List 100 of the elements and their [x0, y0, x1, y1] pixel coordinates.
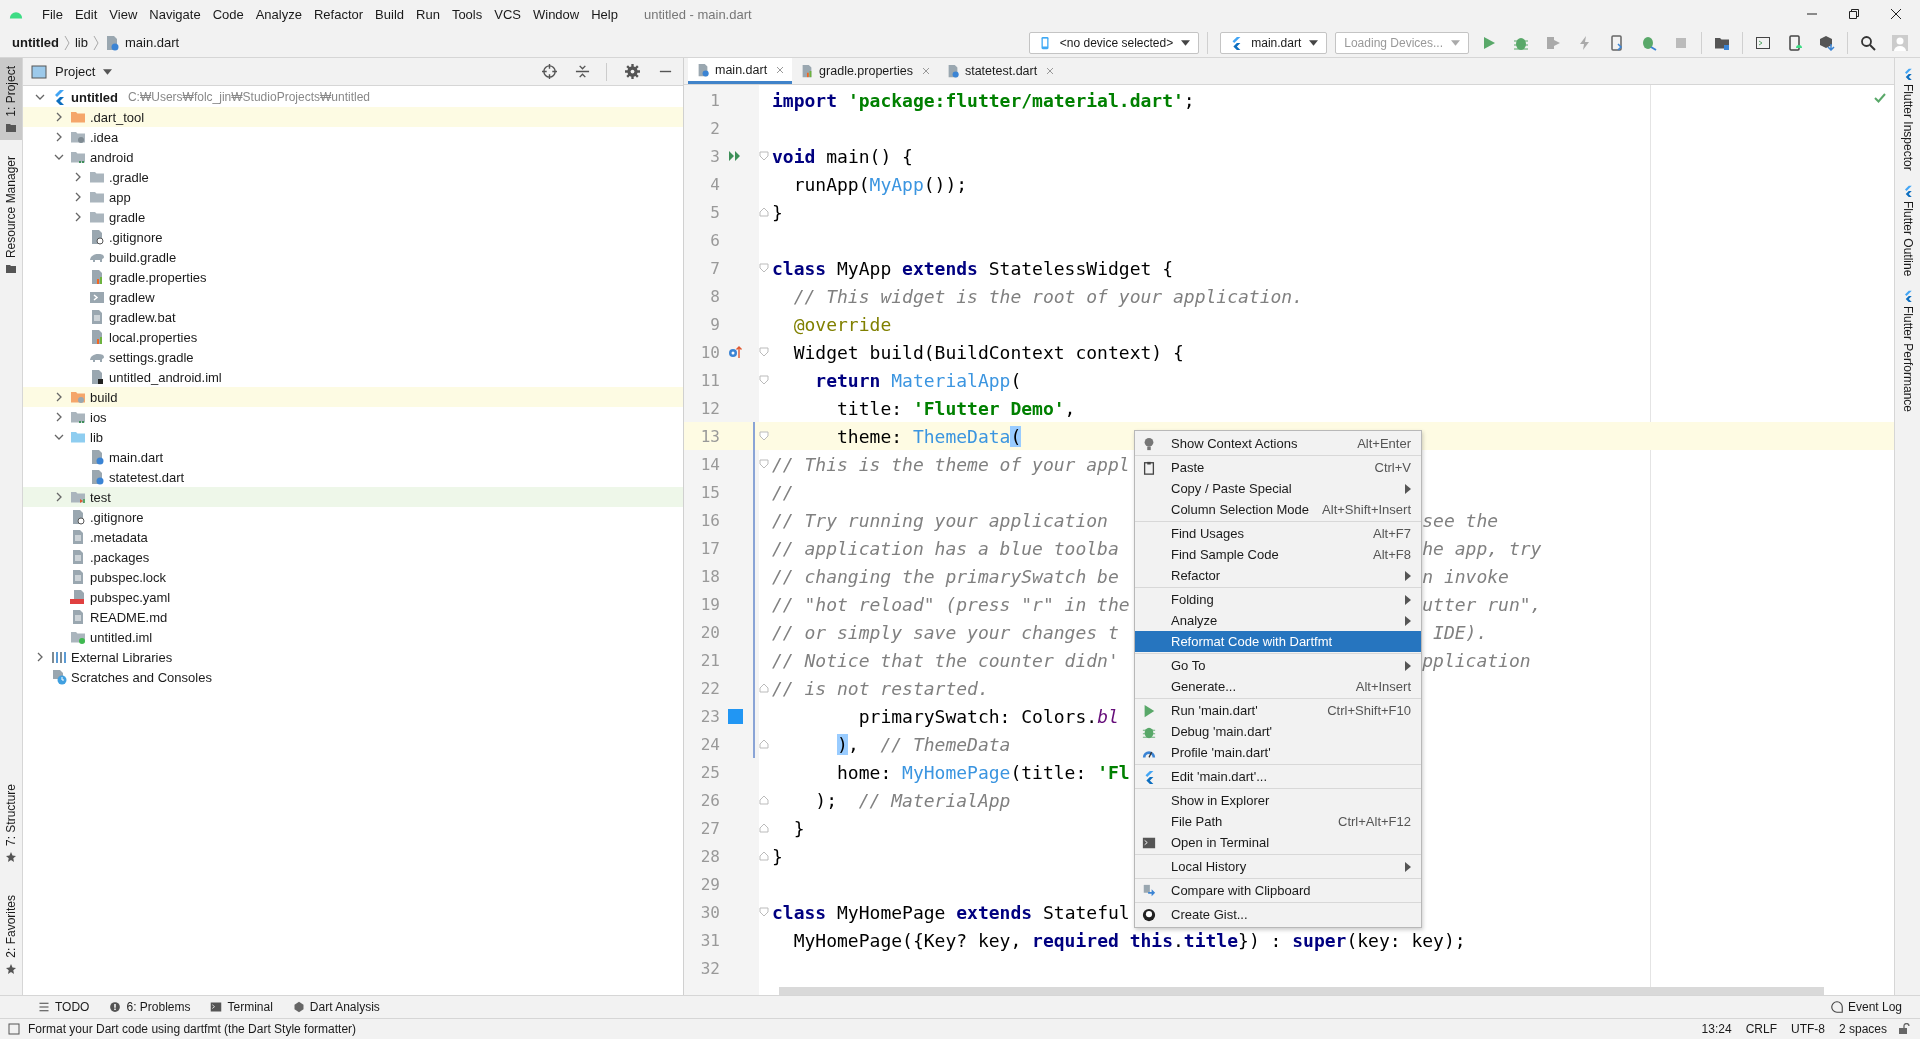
tree-item[interactable]: gradlew.bat [109, 309, 176, 325]
fold-icon[interactable] [759, 207, 769, 217]
fold-icon[interactable] [759, 739, 769, 749]
tool-window-tab[interactable]: Flutter Performance [1900, 290, 1915, 413]
menu-item[interactable]: Create Gist... [1135, 904, 1421, 925]
override-icon[interactable] [728, 345, 742, 359]
tool-window-tab[interactable]: 7: Structure [0, 776, 22, 870]
lock-icon[interactable] [1898, 1023, 1910, 1035]
fold-icon[interactable] [759, 459, 769, 469]
tree-item[interactable]: .idea [90, 129, 119, 145]
tree-item[interactable]: .gradle [109, 169, 149, 185]
play-icon[interactable] [1481, 34, 1497, 51]
tree-item[interactable]: main.dart [109, 449, 164, 465]
tree-item[interactable]: .gitignore [109, 229, 163, 245]
dropdown-arrow-icon[interactable] [103, 68, 113, 75]
menu-item[interactable]: Analyze [249, 6, 308, 22]
menu-item[interactable]: View [103, 6, 144, 22]
menu-item[interactable]: Find Sample Code Alt+F8 [1135, 544, 1421, 565]
fold-icon[interactable] [759, 683, 769, 693]
menu-item[interactable]: Edit [68, 6, 104, 22]
fold-icon[interactable] [759, 375, 769, 385]
search-icon[interactable] [1860, 34, 1876, 51]
menu-item[interactable]: Navigate [143, 6, 207, 22]
menu-item[interactable]: Analyze [1135, 610, 1421, 631]
tree-item[interactable]: untitled_android.iml [109, 369, 222, 385]
restore-icon[interactable] [1848, 8, 1860, 20]
tree-item[interactable]: build [90, 389, 118, 405]
tree-item[interactable]: .dart_tool [90, 109, 145, 125]
line-separator[interactable]: CRLF [1742, 1022, 1780, 1036]
tree-item[interactable]: README.md [90, 609, 168, 625]
crosshair-icon[interactable] [542, 64, 557, 79]
panel-toggle-icon[interactable] [8, 1023, 20, 1035]
fold-icon[interactable] [759, 431, 769, 441]
fold-icon[interactable] [759, 263, 769, 273]
menu-item[interactable]: Build [369, 6, 410, 22]
scrollbar[interactable] [779, 987, 1824, 995]
menu-item[interactable]: Window [526, 6, 586, 22]
device-selector[interactable]: <no device selected> [1028, 31, 1200, 54]
menu-item[interactable]: Code [206, 6, 250, 22]
fold-icon[interactable] [759, 907, 769, 917]
menu-item[interactable]: Compare with Clipboard [1135, 880, 1421, 901]
window-icon[interactable] [1755, 34, 1771, 51]
file-encoding[interactable]: UTF-8 [1787, 1022, 1828, 1036]
menu-item[interactable]: Run [410, 6, 446, 22]
tool-window-tab[interactable]: 1: Project [0, 58, 22, 140]
tree-item[interactable]: ios [90, 409, 107, 425]
menu-item[interactable]: Copy / Paste Special [1135, 478, 1421, 499]
menu-item[interactable]: Paste Ctrl+V [1135, 457, 1421, 478]
close-icon[interactable] [1890, 8, 1902, 20]
menu-item[interactable]: Show Context Actions Alt+Enter [1135, 433, 1421, 454]
tree-item[interactable]: statetest.dart [109, 469, 185, 485]
editor-tab[interactable]: statetest.dart [937, 58, 1063, 84]
event-log-tab[interactable]: Event Log [1822, 1000, 1910, 1014]
menu-item[interactable]: File [36, 6, 69, 22]
menu-item[interactable]: Generate... Alt+Insert [1135, 676, 1421, 697]
editor-tab[interactable]: main.dart [688, 58, 793, 84]
menu-item[interactable]: Column Selection Mode Alt+Shift+Insert [1135, 499, 1421, 520]
menu-item[interactable]: File Path Ctrl+Alt+F12 [1135, 811, 1421, 832]
menu-item[interactable]: Show in Explorer [1135, 790, 1421, 811]
tool-window-tab[interactable]: Dart Analysis [284, 1000, 388, 1014]
fold-icon[interactable] [759, 347, 769, 357]
run-config-selector[interactable]: main.dart [1220, 31, 1328, 54]
tree-item[interactable]: .gitignore [90, 509, 144, 525]
menu-item[interactable]: Refactor [1135, 565, 1421, 586]
menu-item[interactable]: Folding [1135, 589, 1421, 610]
run-arrows-icon[interactable] [728, 149, 742, 163]
menu-item[interactable]: Go To [1135, 655, 1421, 676]
panel-title[interactable]: Project [55, 64, 96, 79]
breadcrumb-item[interactable]: untitled [12, 35, 59, 50]
menu-item[interactable]: Tools [445, 6, 489, 22]
tree-item[interactable]: gradlew [109, 289, 155, 305]
fold-icon[interactable] [759, 851, 769, 861]
tool-window-tab[interactable]: Flutter Outline [1900, 184, 1915, 277]
tool-window-tab[interactable]: Terminal [202, 1000, 281, 1014]
phone-icon[interactable] [1787, 34, 1803, 51]
tree-item[interactable]: gradle.properties [109, 269, 207, 285]
menu-item[interactable]: Edit 'main.dart'... [1135, 766, 1421, 787]
tree-item[interactable]: app [109, 189, 131, 205]
tree-item[interactable]: settings.gradle [109, 349, 194, 365]
tree-item[interactable]: .packages [90, 549, 150, 565]
tree-item[interactable]: lib [90, 429, 103, 445]
tool-window-tab[interactable]: 2: Favorites [0, 887, 22, 981]
tree-item[interactable]: untitled.iml [90, 629, 153, 645]
tree-item[interactable]: External Libraries [71, 649, 173, 665]
tree-item[interactable]: Scratches and Consoles [71, 669, 212, 685]
menu-item[interactable]: Debug 'main.dart' [1135, 721, 1421, 742]
tree-item[interactable]: untitled [71, 89, 118, 105]
menu-item[interactable]: Find Usages Alt+F7 [1135, 523, 1421, 544]
phone-icon[interactable] [1609, 34, 1625, 51]
collapse-all-icon[interactable] [575, 64, 590, 79]
menu-item[interactable]: Run 'main.dart' Ctrl+Shift+F10 [1135, 700, 1421, 721]
menu-item[interactable]: Help [585, 6, 624, 22]
menu-item[interactable]: Reformat Code with Dartfmt [1135, 631, 1421, 652]
caret-position[interactable]: 13:24 [1698, 1022, 1735, 1036]
tree-item[interactable]: gradle [109, 209, 146, 225]
menu-item[interactable]: Local History [1135, 856, 1421, 877]
tree-item[interactable]: pubspec.lock [90, 569, 166, 585]
cube-icon[interactable] [1819, 34, 1835, 51]
indent-setting[interactable]: 2 spaces [1835, 1022, 1890, 1036]
settings-icon[interactable] [625, 64, 640, 79]
